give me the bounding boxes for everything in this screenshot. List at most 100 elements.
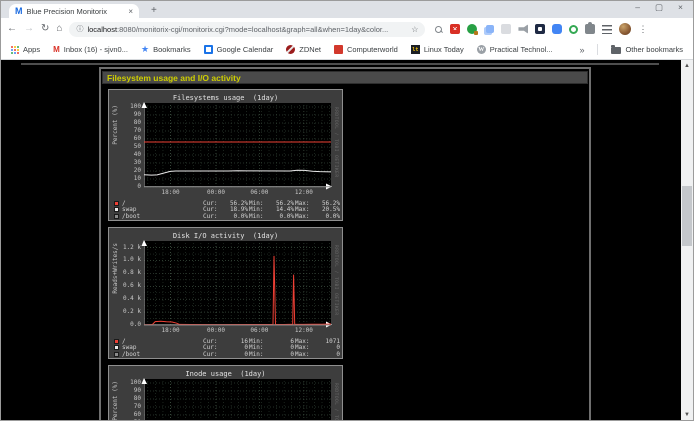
bookmark-google-calendar[interactable]: Google Calendar [204, 45, 274, 54]
ytick-label: 50 [134, 144, 141, 150]
dark-square-extension-icon[interactable] [535, 24, 545, 34]
tab-title: Blue Precision Monitorix [27, 7, 125, 16]
wordpress-icon: W [477, 45, 486, 54]
bookmark-computerworld[interactable]: Computerworld [334, 45, 398, 54]
bookmark-linux-today[interactable]: lt Linux Today [411, 45, 464, 54]
bookmark-inbox[interactable]: M Inbox (16) - sjvn0... [53, 45, 128, 54]
chart-watermark: RRDTOOL / TOBI OETIKER [331, 241, 340, 337]
browser-tab[interactable]: M Blue Precision Monitorix × [9, 4, 139, 18]
scrollbar-up-icon[interactable]: ▲ [681, 60, 693, 72]
legend-value: 0.0% [326, 213, 340, 220]
chart-plot-region: Percent (%)010203040506070809010018:0000… [111, 103, 340, 199]
legend-cell: Cur:0 [203, 351, 248, 358]
extensions-puzzle-icon[interactable] [585, 24, 595, 34]
scrollbar-down-icon[interactable]: ▼ [681, 409, 693, 421]
bookmark-zdnet[interactable]: ZDNet [286, 45, 321, 54]
rrdtool-watermark-text: RRDTOOL / TOBI OETIKER [333, 383, 338, 421]
minimize-button[interactable]: – [635, 2, 640, 13]
chart-plot-area [144, 379, 331, 421]
ytick-label: 70 [134, 128, 141, 134]
bookmark-star-icon[interactable]: ☆ [411, 25, 418, 34]
chart-title: Filesystems usage (1day) [111, 92, 340, 103]
legend-col-label: Cur: [203, 213, 217, 220]
home-icon[interactable]: ⌂ [56, 24, 62, 34]
ytick-label: 1.0 k [123, 257, 141, 263]
ytick-label: 90 [134, 112, 141, 118]
tab-close-icon[interactable]: × [128, 7, 133, 16]
xtick-label: 18:00 [162, 327, 180, 334]
linux-today-icon: lt [411, 45, 420, 54]
search-extension-icon[interactable] [434, 25, 443, 34]
bookmark-practical-technology[interactable]: W Practical Technol... [477, 45, 553, 54]
graph-inode-usage[interactable]: Inode usage (1day)Percent (%)01020304050… [108, 365, 343, 421]
ytick-label: 0.2 k [123, 309, 141, 315]
chart-watermark: RRDTOOL / TOBI OETIKER [331, 379, 340, 421]
green-ring-extension-icon[interactable] [569, 25, 578, 34]
scrollbar-thumb[interactable] [682, 186, 692, 246]
ytick-label: 70 [134, 404, 141, 410]
legend-col-label: Min: [249, 351, 263, 358]
graph-filesystems-usage[interactable]: Filesystems usage (1day)Percent (%)01020… [108, 89, 343, 221]
window-controls: – ▢ × [635, 2, 683, 13]
other-bookmarks-button[interactable]: Other bookmarks [611, 45, 683, 54]
legend-row: /bootCur:0Min:0Max:0 [114, 351, 340, 358]
new-tab-button[interactable]: + [151, 6, 157, 16]
chart-plot-column: 18:0000:0006:0012:00 [144, 103, 331, 199]
bookmark-bookmarks[interactable]: ★ Bookmarks [141, 45, 191, 54]
browser-toolbar: ← → ↻ ⌂ ⓘ localhost:8080/monitorix-cgi/m… [1, 18, 693, 40]
graph-disk-io-activity[interactable]: Disk I/O activity (1day)Reads+Writes/s0.… [108, 227, 343, 359]
megaphone-extension-icon[interactable] [518, 24, 528, 34]
url-path: :8080/monitorix-cgi/monitorix.cgi?mode=l… [117, 25, 388, 34]
xtick-label: 18:00 [162, 189, 180, 196]
gmail-extension-icon[interactable] [450, 24, 460, 34]
ytick-label: 0.6 k [123, 283, 141, 289]
ytick-label: 0 [137, 184, 141, 190]
window-close-button[interactable]: × [678, 2, 683, 13]
chart-plot-column: 18:0000:0006:0012:00 [144, 241, 331, 337]
apps-label: Apps [23, 45, 40, 54]
globe-extension-icon[interactable] [467, 24, 477, 34]
legend-row: /bootCur:0.0%Min:0.0%Max:0.0% [114, 213, 340, 220]
zdnet-icon [286, 45, 295, 54]
back-icon[interactable]: ← [7, 24, 17, 34]
chart-ytick-gutter: 0.00.2 k0.4 k0.6 k0.8 k1.0 k1.2 k [120, 241, 144, 337]
chart-xtick-row: 18:0000:0006:0012:00 [144, 325, 331, 337]
legend-swatch [114, 345, 119, 350]
address-bar[interactable]: ⓘ localhost:8080/monitorix-cgi/monitorix… [69, 22, 425, 37]
chart-plot-area [144, 103, 331, 187]
profile-avatar[interactable] [619, 23, 631, 35]
chart-ylabel: Reads+Writes/s [111, 241, 120, 337]
ytick-label: 30 [134, 160, 141, 166]
scrollbar[interactable]: ▲ ▼ [681, 60, 693, 421]
chart-watermark: RRDTOOL / TOBI OETIKER [331, 103, 340, 199]
list-extension-icon[interactable] [602, 25, 612, 34]
star-icon: ★ [141, 45, 149, 54]
page-info-icon[interactable]: ⓘ [76, 24, 83, 34]
browser-menu-icon[interactable]: ⋮ [638, 25, 647, 34]
apps-shortcut[interactable]: Apps [11, 45, 40, 54]
bookmarks-bar: Apps M Inbox (16) - sjvn0... ★ Bookmarks… [1, 40, 693, 60]
forward-icon[interactable]: → [24, 24, 34, 34]
folder-icon [611, 47, 621, 54]
reload-icon[interactable]: ↻ [41, 24, 49, 34]
page-extension-icon[interactable] [501, 24, 511, 34]
maximize-button[interactable]: ▢ [655, 2, 663, 13]
bookmarks-separator [597, 44, 598, 55]
blue-square-extension-icon[interactable] [552, 24, 562, 34]
xtick-label: 06:00 [250, 327, 268, 334]
ytick-label: 10 [134, 176, 141, 182]
xtick-label: 00:00 [207, 327, 225, 334]
ytick-label: 40 [134, 152, 141, 158]
computerworld-icon [334, 45, 343, 54]
calendar-icon [204, 45, 213, 54]
xtick-label: 06:00 [250, 189, 268, 196]
legend-col-label: Max: [295, 213, 309, 220]
legend-value: 0 [244, 351, 248, 358]
copy-pages-extension-icon[interactable] [486, 25, 494, 33]
ytick-label: 0.0 [130, 322, 141, 328]
chart-title: Inode usage (1day) [111, 368, 340, 379]
legend-cell: Max: 0.0% [295, 213, 340, 220]
bookmarks-overflow-icon[interactable]: » [579, 45, 584, 55]
chart-plot-area [144, 241, 331, 325]
legend-cell: Max:0 [295, 351, 340, 358]
